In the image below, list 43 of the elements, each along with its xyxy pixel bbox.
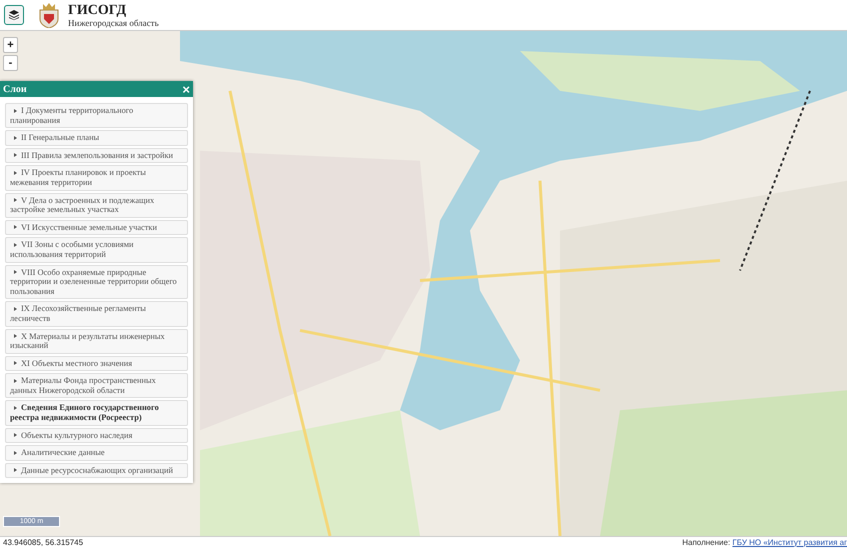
caret-icon <box>14 450 17 455</box>
coordinates-text: 43.946085, 56.315745 <box>3 538 84 548</box>
layer-group-item[interactable]: X Материалы и результаты инженерных изысканий <box>5 328 188 354</box>
caret-icon <box>14 468 17 472</box>
caret-icon <box>14 170 17 175</box>
caret-icon <box>14 270 17 274</box>
region-subtitle: Нижегородская область <box>68 18 159 28</box>
caret-icon <box>14 378 17 383</box>
layer-group-item[interactable]: Объекты культурного наследия <box>5 428 188 444</box>
layer-group-item[interactable]: Материалы Фонда пространственных данных Нижегородской области <box>5 373 188 398</box>
panel-title: Слои <box>3 84 27 94</box>
layers-icon <box>9 10 19 20</box>
caret-icon <box>14 406 17 410</box>
layer-group-item[interactable]: IV Проекты планировок и проекты межевания территории <box>5 165 188 191</box>
credit-label: Наполнение: <box>682 538 730 546</box>
layer-group-item[interactable]: Аналитические данные <box>5 445 188 461</box>
close-button[interactable]: × <box>182 82 190 96</box>
caret-icon <box>14 198 17 202</box>
caret-icon <box>14 306 17 311</box>
caret-icon <box>14 225 17 230</box>
layer-group-item[interactable]: V Дела о застроенных и подлежащих застройке земельных участках <box>5 192 188 218</box>
layer-group-item[interactable]: III Правила землепользования и застройки <box>5 148 188 164</box>
caret-icon <box>14 361 17 366</box>
caret-icon <box>14 153 17 158</box>
layer-group-item[interactable]: VII Зоны с особыми условиями использования территорий <box>5 237 188 263</box>
layers-button[interactable] <box>4 5 24 25</box>
caret-icon <box>14 433 17 438</box>
layer-group-item[interactable]: Данные ресурсоснабжающих организаций <box>5 462 188 478</box>
app-title: ГИСОГД <box>68 2 128 18</box>
credit-link[interactable]: ГБУ НО «Институт развития аг <box>732 538 847 546</box>
caret-icon <box>14 136 17 140</box>
zoom-in-button[interactable]: + <box>3 37 18 53</box>
layer-group-item[interactable]: XI Объекты местного значения <box>5 356 188 372</box>
caret-icon <box>14 108 17 113</box>
layer-group-item[interactable]: IX Лесохозяйственные регламенты лесничеств <box>5 301 188 326</box>
layer-group-item[interactable]: VIII Особо охраняемые природные территории и озелененные территории общего пользования <box>5 264 188 300</box>
layer-group-item[interactable]: Сведения Единого государственного реестра недвижимости (Росреестр) <box>5 400 188 426</box>
layer-group-item[interactable]: I Документы территориального планирования <box>5 103 188 128</box>
layer-group-item[interactable]: II Генеральные планы <box>5 130 188 146</box>
zoom-out-button[interactable]: - <box>3 55 18 71</box>
caret-icon <box>14 242 17 247</box>
caret-icon <box>14 334 17 338</box>
layer-group-item[interactable]: VI Искусственные земельные участки <box>5 220 188 236</box>
